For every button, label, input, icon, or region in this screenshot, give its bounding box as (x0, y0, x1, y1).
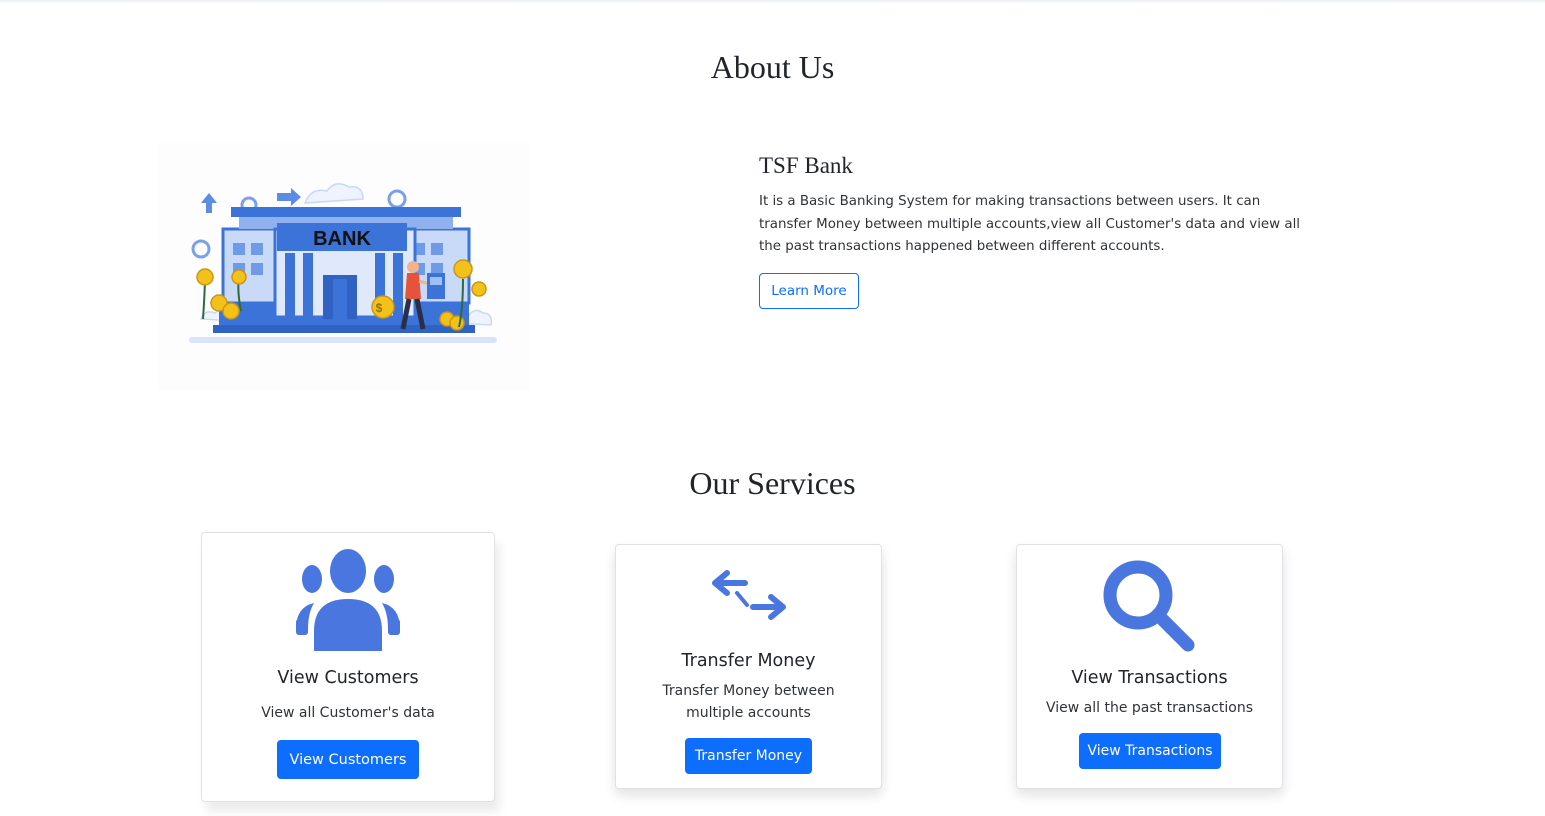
about-title: TSF Bank (759, 153, 853, 178)
view-customers-button[interactable]: View Customers (277, 740, 419, 779)
about-description: It is a Basic Banking System for making … (759, 194, 1301, 254)
view-transactions-button[interactable]: View Transactions (1079, 733, 1221, 769)
bank-illustration: BANK $ (157, 143, 529, 391)
about-text-block: TSF Bank It is a Basic Banking System fo… (759, 153, 1304, 259)
service-card-view-transactions: View Transactions View all the past tran… (1016, 544, 1283, 789)
service-card-view-customers: View Customers View all Customer's data … (201, 532, 495, 802)
top-navbar-shadow (0, 0, 1545, 4)
card-title: View Customers (277, 668, 419, 688)
about-heading: About Us (710, 49, 835, 85)
card-text: Transfer Money between multiple accounts (662, 683, 835, 721)
card-title: View Transactions (1071, 668, 1228, 688)
users-icon (202, 549, 494, 651)
bank-sign-text: BANK (313, 228, 371, 250)
transfer-money-button[interactable]: Transfer Money (685, 738, 812, 774)
card-title: Transfer Money (681, 651, 816, 671)
services-heading: Our Services (689, 465, 856, 501)
card-text: View all Customer's data (261, 705, 435, 721)
learn-more-button[interactable]: Learn More (759, 273, 859, 309)
service-card-transfer-money: Transfer Money Transfer Money between mu… (615, 544, 882, 789)
svg-text:$: $ (376, 301, 383, 315)
card-text: View all the past transactions (1046, 700, 1253, 716)
search-icon (1017, 559, 1282, 653)
transfer-arrows-icon (616, 567, 881, 627)
